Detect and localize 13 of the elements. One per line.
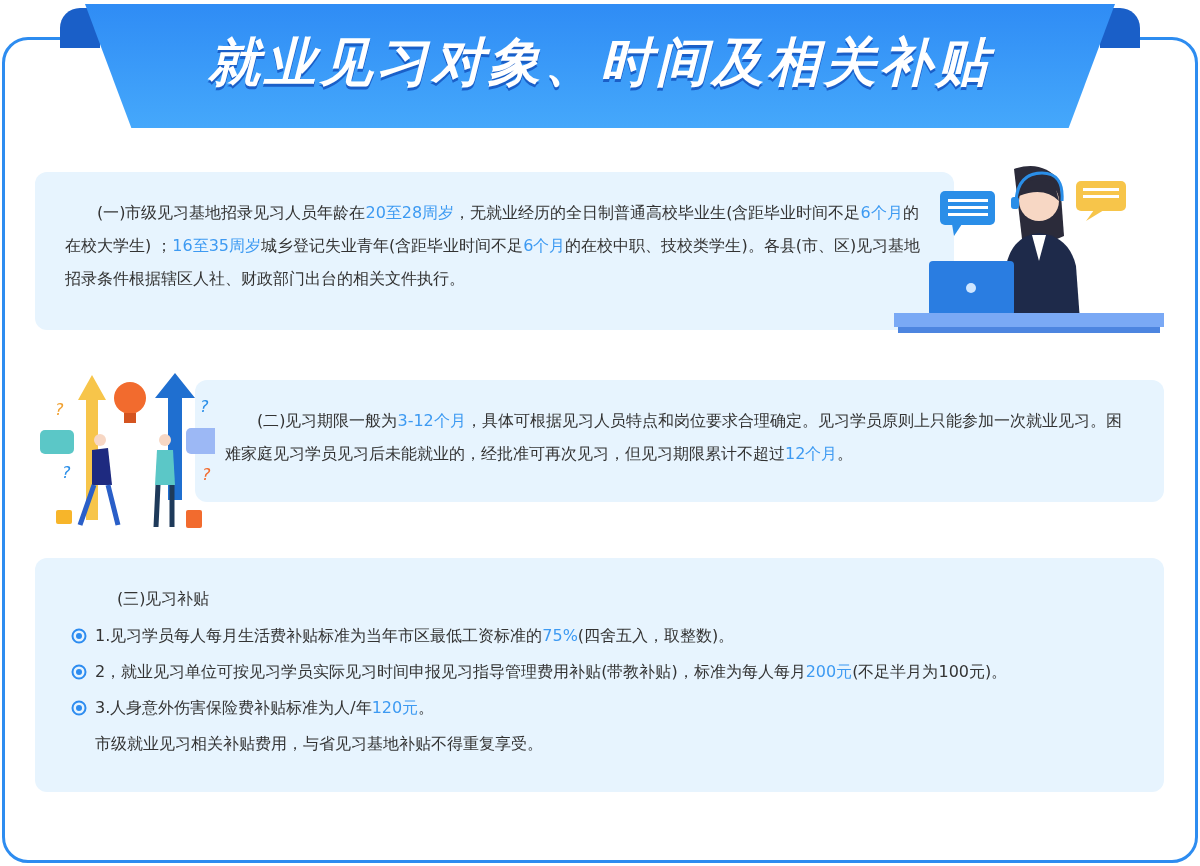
list-item-text: 1.见习学员每人每月生活费补贴标准为当年市区最低工资标准的75%(四舍五入，取整数)。 xyxy=(95,625,735,647)
question-mark: ? xyxy=(62,463,71,482)
speech-bubble-icon xyxy=(940,191,995,236)
list-item-text: 3.人身意外伤害保险费补贴标准为人/年120元。 xyxy=(95,697,435,719)
paragraph: (二)见习期限一般为3-12个月，具体可根据见习人员特点和岗位要求合理确定。见习学员原则上只能参加一次就业见习。困难家庭见习学员见习后未能就业的，经批准可再次见习，但见习期限累计不超过12个月。 xyxy=(225,410,1123,465)
speech-bubble-icon xyxy=(1076,181,1126,221)
section-heading: (三)见习补贴 xyxy=(117,588,211,610)
list-item-text: 市级就业见习相关补贴费用，与省见习基地补贴不得重复享受。 xyxy=(95,733,543,755)
paragraph: (一)市级见习基地招录见习人员年龄在20至28周岁，无就业经历的全日制普通高校毕业生(含距毕业时间不足6个月 的在校大学生) ；16至35周岁城乡登记失业青年(含距毕业时间不足6个月 的在校中职、技校类学生)。各县(市、区)见习基地招录条件根据辖区人社、财政部门出台的相关文件执行。 xyxy=(65,202,922,290)
question-mark: ? xyxy=(200,397,209,416)
list-item-text: 2，就业见习单位可按见习学员实际见习时间申报见习指导管理费用补贴(带教补贴)，标准为每人每月 200元(不足半月为100元)。 xyxy=(95,661,1008,683)
question-mark: ? xyxy=(55,400,64,419)
question-mark: ? xyxy=(202,465,211,484)
